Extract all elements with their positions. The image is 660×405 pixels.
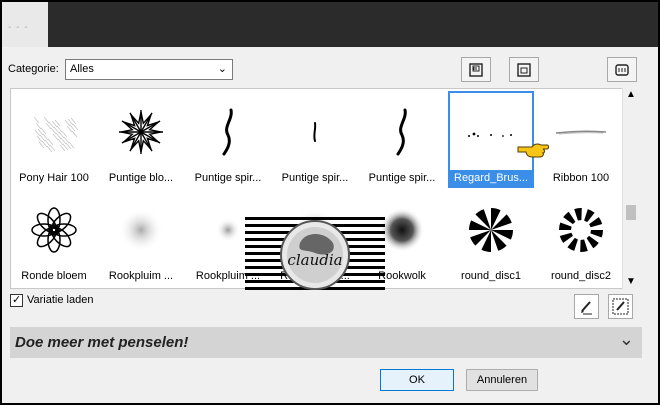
title-tab-text: - - - [8, 22, 29, 33]
cancel-button[interactable]: Annuleren [466, 369, 538, 391]
spiral-tall-brush-icon [185, 97, 271, 167]
brush-settings-button[interactable] [608, 294, 633, 319]
title-bar: - - - [2, 2, 658, 47]
brush-label: Puntige spir... [194, 172, 262, 184]
brush-item[interactable]: Rookpluim ... [98, 189, 184, 286]
brush-label: Rookpluim ... [108, 270, 174, 282]
variatie-label: Variatie laden [27, 294, 94, 306]
brush-item[interactable]: Puntige blo... [98, 91, 184, 188]
chevron-down-icon: ⌄ [217, 63, 227, 75]
brush-label: round_disc1 [461, 270, 521, 282]
edit-brush-button[interactable] [574, 294, 599, 319]
brush-item[interactable]: Pony Hair 100 [11, 91, 97, 188]
floppy-icon [469, 63, 483, 77]
export-icon [517, 63, 531, 77]
brush-label: Puntige blo... [108, 172, 174, 184]
brush-label: Pony Hair 100 [19, 172, 89, 184]
more-brushes-label: Doe meer met penselen! [15, 334, 189, 351]
scroll-up-icon[interactable]: ▲ [626, 89, 636, 100]
pony-hair-brush-icon [11, 97, 97, 167]
spiky-flower-brush-icon [98, 97, 184, 167]
checkmark-icon: ✓ [12, 294, 22, 306]
ribbon-brush-icon [538, 97, 624, 167]
brush-settings-icon [612, 298, 629, 315]
chevron-down-icon[interactable]: ⌄ [619, 329, 634, 350]
brush-item[interactable]: Puntige spir... [185, 91, 271, 188]
spiral-tall-brush-icon [359, 97, 445, 167]
watermark-logo: claudia [245, 213, 385, 297]
disc2-brush-icon [538, 195, 624, 265]
brush-label: Ribbon 100 [552, 172, 610, 184]
ok-button[interactable]: OK [380, 369, 454, 391]
variatie-checkbox[interactable]: ✓ [10, 294, 23, 307]
brush-picker-dialog: - - - Categorie: Alles ⌄ Pony Hair 100 Pu… [2, 2, 658, 403]
brush-item[interactable]: Puntige spir... [272, 91, 358, 188]
brush-label: Puntige spir... [281, 172, 349, 184]
brush-label: Ronde bloem [21, 270, 87, 282]
more-brushes-bar[interactable]: Doe meer met penselen! ⌄ [10, 327, 642, 358]
brush-item[interactable]: Ronde bloem [11, 189, 97, 286]
save-brush-button[interactable] [461, 57, 491, 82]
watermark-text: claudia [287, 251, 342, 269]
brush-label: round_disc2 [551, 270, 611, 282]
export-brush-button[interactable] [509, 57, 539, 82]
brush-item[interactable]: round_disc2 [538, 189, 624, 286]
brush-label: Puntige spir... [368, 172, 436, 184]
grid-view-icon [615, 64, 629, 76]
round-flower-brush-icon [11, 195, 97, 265]
brush-label: Regard_Brus... [450, 170, 532, 186]
pencil-icon [581, 301, 592, 315]
brush-item[interactable]: Regard_Brus... [448, 91, 549, 188]
brush-item[interactable]: Ribbon 100 [538, 91, 624, 188]
spiral-small-brush-icon [272, 97, 358, 167]
category-value: Alles [70, 63, 94, 75]
scroll-down-icon[interactable]: ▼ [626, 276, 636, 287]
vertical-scrollbar[interactable]: ▲ ▼ [622, 88, 638, 289]
category-label: Categorie: [8, 63, 59, 75]
brush-item[interactable]: Puntige spir... [359, 91, 445, 188]
title-tab[interactable]: - - - [2, 2, 48, 47]
disc1-brush-icon [448, 195, 534, 265]
scrollbar-thumb[interactable] [626, 205, 636, 220]
grid-view-button[interactable] [607, 57, 637, 82]
smoke-brush-icon [98, 195, 184, 265]
brush-item[interactable]: round_disc1 [448, 189, 534, 286]
category-dropdown[interactable]: Alles ⌄ [65, 59, 233, 80]
